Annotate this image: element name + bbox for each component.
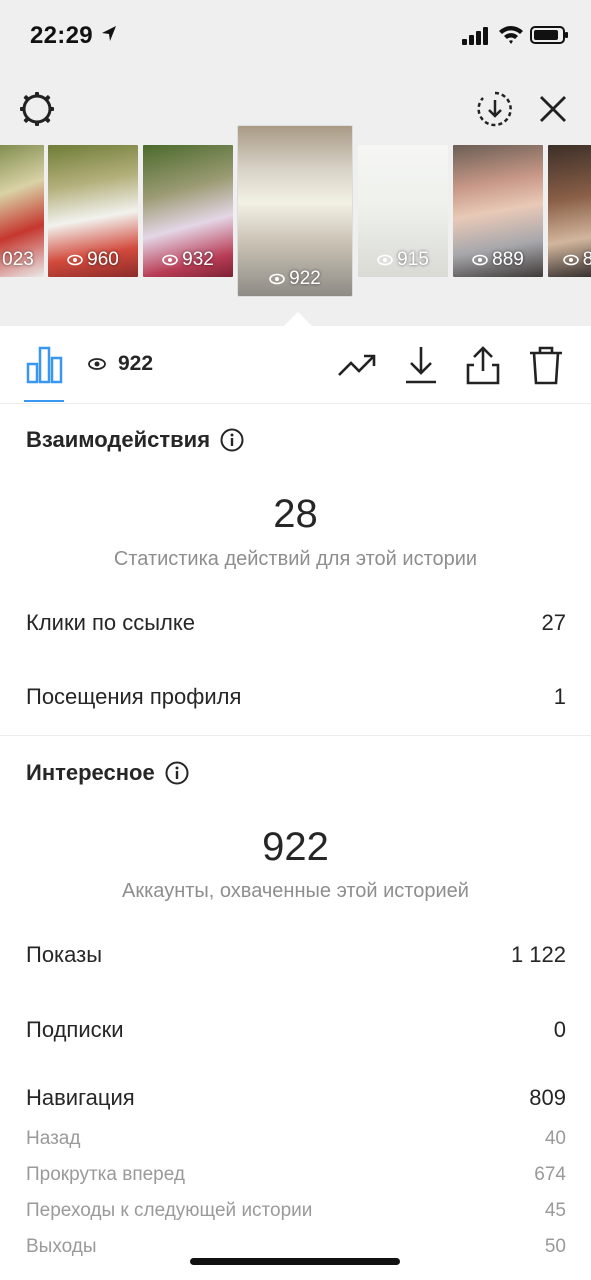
- story-thumbnail-selected[interactable]: 922: [238, 126, 352, 296]
- trending-up-icon: [338, 354, 376, 376]
- share-button[interactable]: [462, 344, 504, 386]
- home-indicator[interactable]: [190, 1258, 400, 1265]
- trash-icon: [530, 346, 562, 385]
- discovery-total: 922: [262, 825, 329, 869]
- interaction-row: Посещения профиля 1: [26, 684, 566, 710]
- discovery-title: Интересное: [26, 760, 155, 785]
- eye-icon: [269, 273, 285, 285]
- discovery-row: Показы 1 122: [26, 942, 566, 968]
- row-label: Клики по ссылке: [26, 610, 195, 635]
- row-value: 674: [534, 1164, 566, 1185]
- row-label: Навигация: [26, 1085, 135, 1110]
- story-thumbnail[interactable]: 915: [358, 145, 448, 277]
- story-views-count: 922: [289, 268, 321, 289]
- story-thumbnail[interactable]: 889: [453, 145, 543, 277]
- share-icon: [466, 346, 500, 385]
- navigation-detail-row: Выходы 50: [26, 1236, 566, 1258]
- row-label: Прокрутка вперед: [26, 1164, 185, 1185]
- interactions-title: Взаимодействия: [26, 427, 211, 452]
- navigation-detail-row: Назад 40: [26, 1128, 566, 1150]
- story-thumbnail[interactable]: 932: [143, 145, 233, 277]
- views-count: 922: [118, 352, 154, 375]
- discovery-row: Подписки 0: [26, 1017, 566, 1043]
- row-label: Посещения профиля: [26, 684, 242, 709]
- row-label: Переходы к следующей истории: [26, 1200, 313, 1221]
- row-value: 809: [529, 1085, 566, 1110]
- wifi-icon: [499, 26, 523, 44]
- insights-toolbar: 922: [0, 326, 591, 404]
- story-thumbnail[interactable]: 8: [548, 145, 591, 277]
- story-views-count: 932: [182, 249, 214, 270]
- row-value: 1: [553, 684, 566, 709]
- eye-icon: [162, 254, 178, 266]
- download-icon: [406, 347, 436, 384]
- delete-button[interactable]: [525, 344, 567, 386]
- story-views-count: 889: [492, 249, 524, 270]
- interactions-caption: Статистика действий для этой истории: [113, 548, 478, 570]
- row-value: 40: [544, 1128, 566, 1149]
- info-icon[interactable]: [165, 761, 189, 785]
- row-value: 1 122: [510, 942, 566, 967]
- download-button[interactable]: [400, 344, 442, 386]
- row-label: Назад: [26, 1128, 81, 1149]
- discovery-caption: Аккаунты, охваченные этой историей: [122, 880, 469, 902]
- eye-icon: [88, 358, 106, 370]
- bar-chart-icon[interactable]: [26, 344, 64, 384]
- story-thumbnail[interactable]: 023: [0, 145, 44, 277]
- eye-icon: [562, 254, 579, 266]
- story-views-count: 960: [87, 249, 119, 270]
- active-tab-indicator: [24, 400, 64, 402]
- story-views-count: 915: [397, 249, 429, 270]
- story-thumbnail[interactable]: 960: [48, 145, 138, 277]
- viewers-button[interactable]: 922: [88, 352, 153, 376]
- promote-button[interactable]: [336, 344, 378, 386]
- battery-icon: [530, 26, 568, 44]
- row-value: 0: [553, 1017, 566, 1042]
- interaction-row: Клики по ссылке 27: [26, 610, 566, 636]
- discovery-row: Навигация 809: [26, 1085, 566, 1111]
- cellular-signal-icon: [462, 27, 488, 45]
- status-time: 22:29: [30, 22, 93, 49]
- discovery-section-title: Интересное: [26, 760, 189, 786]
- gear-icon: [20, 92, 54, 126]
- row-value: 50: [544, 1236, 566, 1257]
- location-arrow-icon: [102, 26, 116, 41]
- stories-strip: 023 960 932 922 915 889 8: [0, 126, 591, 326]
- eye-icon: [472, 254, 488, 266]
- interactions-section-title: Взаимодействия: [26, 427, 244, 453]
- eye-icon: [67, 254, 83, 266]
- close-icon: [540, 96, 566, 122]
- download-circle-icon: [477, 91, 512, 127]
- status-bar: 22:29: [0, 0, 591, 70]
- info-icon[interactable]: [220, 428, 244, 452]
- eye-icon: [377, 254, 393, 266]
- row-label: Подписки: [26, 1017, 124, 1042]
- row-value: 45: [544, 1200, 566, 1221]
- row-value: 27: [541, 610, 566, 635]
- navigation-detail-row: Прокрутка вперед 674: [26, 1164, 566, 1186]
- row-label: Показы: [26, 942, 103, 967]
- row-label: Выходы: [26, 1236, 97, 1257]
- story-views-count: 8: [582, 249, 591, 270]
- interactions-total: 28: [273, 492, 318, 536]
- selected-story-pointer: [284, 312, 312, 326]
- story-views-count: 023: [2, 249, 34, 270]
- section-divider: [0, 735, 591, 736]
- navigation-detail-row: Переходы к следующей истории 45: [26, 1200, 566, 1222]
